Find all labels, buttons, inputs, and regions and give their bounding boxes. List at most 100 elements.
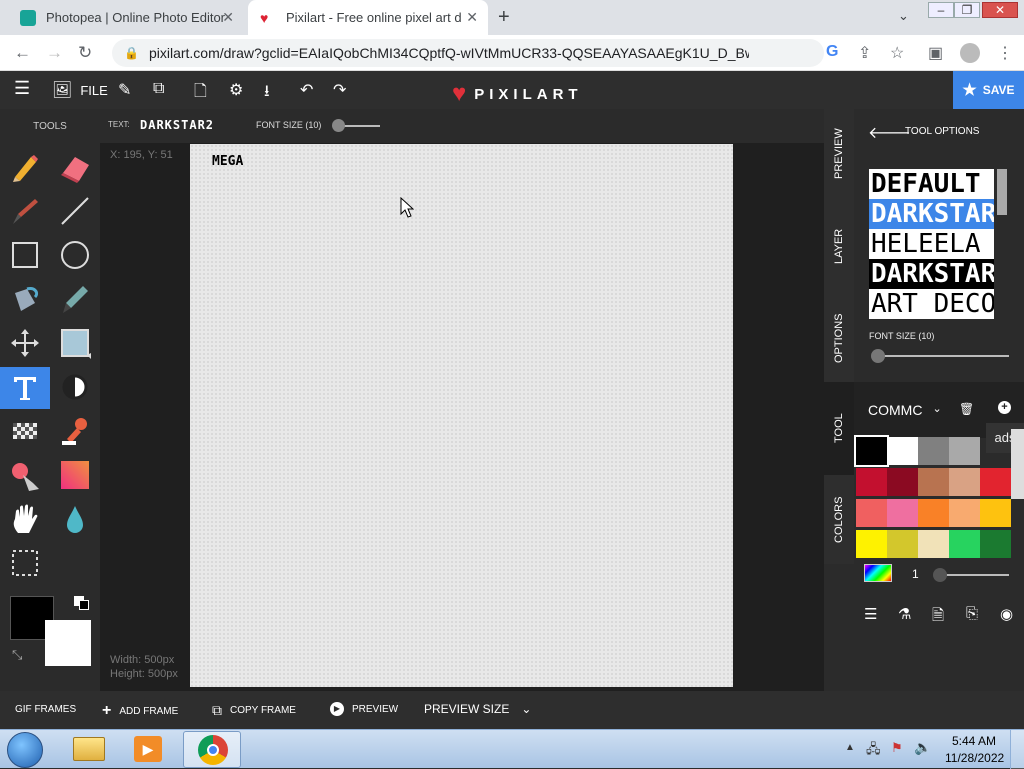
- google-icon[interactable]: G: [826, 43, 838, 61]
- preview-size-select[interactable]: PREVIEW SIZE ⌄: [424, 702, 531, 716]
- reload-button[interactable]: ↻: [78, 43, 92, 63]
- show-desktop-button[interactable]: [1010, 730, 1024, 769]
- dither-tool[interactable]: [7, 413, 43, 449]
- redo-icon[interactable]: ↷: [333, 80, 346, 100]
- clock-time[interactable]: 5:44 AM: [952, 734, 996, 748]
- list-icon[interactable]: ☰: [864, 605, 877, 623]
- tab-photopea[interactable]: Photopea | Online Photo Editor ✕: [8, 0, 244, 35]
- forward-button[interactable]: →: [46, 43, 63, 63]
- copy-frame-button[interactable]: ⧉ COPY FRAME: [212, 702, 296, 719]
- tool-font-size-track[interactable]: [876, 355, 1009, 357]
- tab-options[interactable]: OPTIONS: [824, 294, 854, 382]
- target-icon[interactable]: ◉: [1000, 605, 1013, 623]
- font-list-scrollbar[interactable]: [997, 169, 1007, 215]
- palette-scrollbar[interactable]: [1011, 429, 1024, 499]
- add-frame-button[interactable]: + ADD FRAME: [102, 702, 178, 720]
- side-panel-icon[interactable]: ▣: [928, 43, 943, 63]
- close-window-button[interactable]: ✕: [982, 2, 1018, 18]
- palette-swatch[interactable]: [887, 437, 918, 465]
- line-tool[interactable]: [57, 193, 93, 229]
- font-size-slider-handle[interactable]: [332, 119, 345, 132]
- add-palette-icon[interactable]: +: [998, 401, 1011, 414]
- tool-font-size-handle[interactable]: [871, 349, 885, 363]
- select-tool[interactable]: [57, 325, 93, 361]
- show-hidden-icons[interactable]: ▲: [845, 742, 855, 753]
- clock-date[interactable]: 11/28/2022: [945, 751, 1004, 765]
- close-tab-icon[interactable]: ✕: [466, 9, 478, 26]
- tab-preview[interactable]: PREVIEW: [824, 109, 854, 199]
- palette-swatch[interactable]: [980, 530, 1011, 558]
- settings-gears-icon[interactable]: ⚙: [229, 80, 243, 100]
- crop-tool[interactable]: [7, 545, 43, 581]
- close-tab-icon[interactable]: ✕: [222, 9, 234, 26]
- lighten-darken-tool[interactable]: [57, 369, 93, 405]
- start-button[interactable]: [7, 732, 43, 768]
- brush-tool[interactable]: [7, 193, 43, 229]
- tab-search-chevron-icon[interactable]: ⌄: [898, 8, 909, 24]
- back-button[interactable]: ←: [14, 43, 31, 63]
- rectangle-tool[interactable]: [7, 237, 43, 273]
- tab-layer[interactable]: LAYER: [824, 199, 854, 294]
- color-picker-tool[interactable]: [57, 281, 93, 317]
- hand-tool[interactable]: [7, 501, 43, 537]
- tab-tool[interactable]: TOOL: [824, 382, 854, 475]
- eraser-tool[interactable]: [57, 149, 93, 185]
- flask-icon[interactable]: ⚗: [898, 605, 911, 623]
- undo-icon[interactable]: ↶: [300, 80, 313, 100]
- hamburger-menu-icon[interactable]: ☰: [14, 78, 30, 99]
- font-option-darkstar-selected[interactable]: DARKSTAR: [869, 199, 994, 229]
- rainbow-color-icon[interactable]: [864, 564, 892, 582]
- eyedropper-icon[interactable]: ✎: [118, 80, 131, 100]
- import-file-icon[interactable]: 🗎: [932, 605, 944, 630]
- palette-swatch[interactable]: [856, 468, 887, 496]
- palette-swatch[interactable]: [856, 530, 887, 558]
- brush-size-handle[interactable]: [933, 568, 947, 582]
- palette-swatch[interactable]: [949, 437, 980, 465]
- pencil-tool[interactable]: [7, 149, 43, 185]
- tab-colors[interactable]: COLORS: [824, 475, 854, 564]
- palette-swatch[interactable]: [854, 435, 889, 467]
- font-option-art-deco[interactable]: ART DECO: [869, 289, 994, 319]
- palette-swatch[interactable]: [856, 499, 887, 527]
- palette-name-select[interactable]: COMMC ⌄: [868, 402, 942, 418]
- pattern-eraser-tool[interactable]: [7, 457, 43, 493]
- browser-menu-icon[interactable]: ⋮: [997, 43, 1013, 63]
- file-explorer-icon[interactable]: [73, 737, 105, 761]
- drawing-canvas[interactable]: MEGA: [190, 144, 733, 687]
- media-player-icon[interactable]: ▶: [134, 736, 162, 762]
- resize-canvas-icon[interactable]: ⧉: [153, 80, 164, 98]
- swap-colors-icon[interactable]: ⤡: [12, 647, 22, 663]
- palette-swatch[interactable]: [980, 468, 1011, 496]
- maximize-button[interactable]: ❐: [954, 2, 980, 18]
- font-option-darkstar-outline[interactable]: DARKSTAR: [869, 259, 994, 289]
- preview-button[interactable]: ▶ PREVIEW: [330, 702, 398, 716]
- font-option-default[interactable]: DEFAULT: [869, 169, 994, 199]
- palette-swatch[interactable]: [918, 437, 949, 465]
- font-option-heleela[interactable]: HELEELA: [869, 229, 994, 259]
- secondary-color-swatch[interactable]: [45, 620, 91, 666]
- trash-icon[interactable]: 🗑: [959, 402, 974, 416]
- text-input-value[interactable]: DARKSTAR2: [140, 118, 214, 132]
- tab-pixilart[interactable]: ♥ Pixilart - Free online pixel art dra ✕: [248, 0, 488, 35]
- palette-swatch[interactable]: [949, 530, 980, 558]
- gradient-tool[interactable]: [57, 457, 93, 493]
- bookmark-star-icon[interactable]: ☆: [890, 43, 904, 63]
- profile-avatar[interactable]: [960, 43, 980, 63]
- palette-swatch[interactable]: [918, 468, 949, 496]
- move-tool[interactable]: [7, 325, 43, 361]
- action-center-flag-icon[interactable]: ⚑: [891, 740, 903, 756]
- export-code-icon[interactable]: ⎘: [966, 605, 978, 622]
- bucket-fill-tool[interactable]: [7, 281, 43, 317]
- palette-swatch[interactable]: [980, 499, 1011, 527]
- chrome-taskbar-button[interactable]: [183, 731, 241, 768]
- palette-swatch[interactable]: [887, 499, 918, 527]
- url-field[interactable]: 🔒 pixilart.com/draw?gclid=EAIaIQobChMI34…: [112, 39, 824, 67]
- ellipse-tool[interactable]: [57, 237, 93, 273]
- network-icon[interactable]: 🖧: [866, 740, 881, 762]
- new-tab-button[interactable]: +: [498, 6, 510, 29]
- text-tool[interactable]: [0, 367, 50, 409]
- palette-swatch[interactable]: [887, 468, 918, 496]
- brush-size-track[interactable]: [939, 574, 1009, 576]
- font-list[interactable]: DEFAULT DARKSTAR HELEELA DARKSTAR ART DE…: [869, 169, 994, 319]
- palette-swatch[interactable]: [887, 530, 918, 558]
